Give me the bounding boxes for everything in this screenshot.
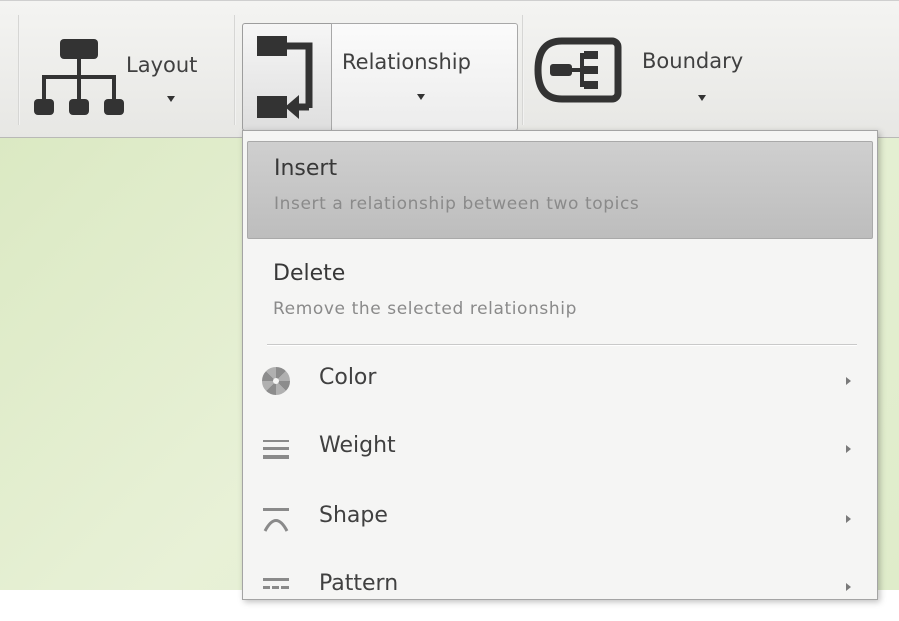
menu-item-delete[interactable]: Delete Remove the selected relationship bbox=[247, 241, 873, 339]
menu-separator bbox=[267, 344, 857, 346]
menu-item-weight[interactable]: Weight bbox=[247, 417, 873, 483]
weight-label: Weight bbox=[319, 433, 396, 458]
menu-item-color[interactable]: Color bbox=[247, 349, 873, 415]
relationship-icon bbox=[257, 36, 313, 119]
shape-label: Shape bbox=[319, 503, 388, 528]
color-wheel-icon bbox=[262, 367, 290, 395]
relationship-button-text-area[interactable]: Relationship bbox=[331, 23, 518, 131]
toolbar-separator bbox=[522, 15, 524, 125]
relationship-label: Relationship bbox=[342, 50, 471, 74]
boundary-dropdown-caret bbox=[698, 95, 706, 101]
submenu-arrow-icon bbox=[846, 377, 851, 385]
submenu-arrow-icon bbox=[846, 515, 851, 523]
relationship-dropdown-menu: Insert Insert a relationship between two… bbox=[242, 130, 878, 600]
menu-item-shape[interactable]: Shape bbox=[247, 487, 873, 553]
menu-item-insert[interactable]: Insert Insert a relationship between two… bbox=[247, 141, 873, 239]
boundary-button[interactable]: Boundary bbox=[526, 1, 786, 139]
pattern-label: Pattern bbox=[319, 571, 399, 596]
boundary-label: Boundary bbox=[642, 49, 744, 73]
submenu-arrow-icon bbox=[846, 445, 851, 453]
boundary-icon bbox=[534, 37, 622, 103]
relationship-dropdown-caret bbox=[417, 94, 425, 100]
menu-item-pattern[interactable]: Pattern bbox=[247, 555, 873, 621]
relationship-button-icon-area[interactable] bbox=[242, 23, 332, 131]
insert-title: Insert bbox=[274, 156, 338, 181]
relationship-button[interactable]: Relationship bbox=[0, 1, 520, 139]
line-pattern-icon bbox=[263, 578, 289, 589]
curve-shape-icon bbox=[263, 508, 289, 532]
line-weight-icon bbox=[263, 440, 289, 459]
color-label: Color bbox=[319, 365, 377, 390]
delete-title: Delete bbox=[273, 261, 346, 286]
ribbon-toolbar: Layout Relationship Boundary bbox=[0, 0, 899, 138]
insert-description: Insert a relationship between two topics bbox=[274, 194, 640, 214]
delete-description: Remove the selected relationship bbox=[273, 299, 577, 319]
